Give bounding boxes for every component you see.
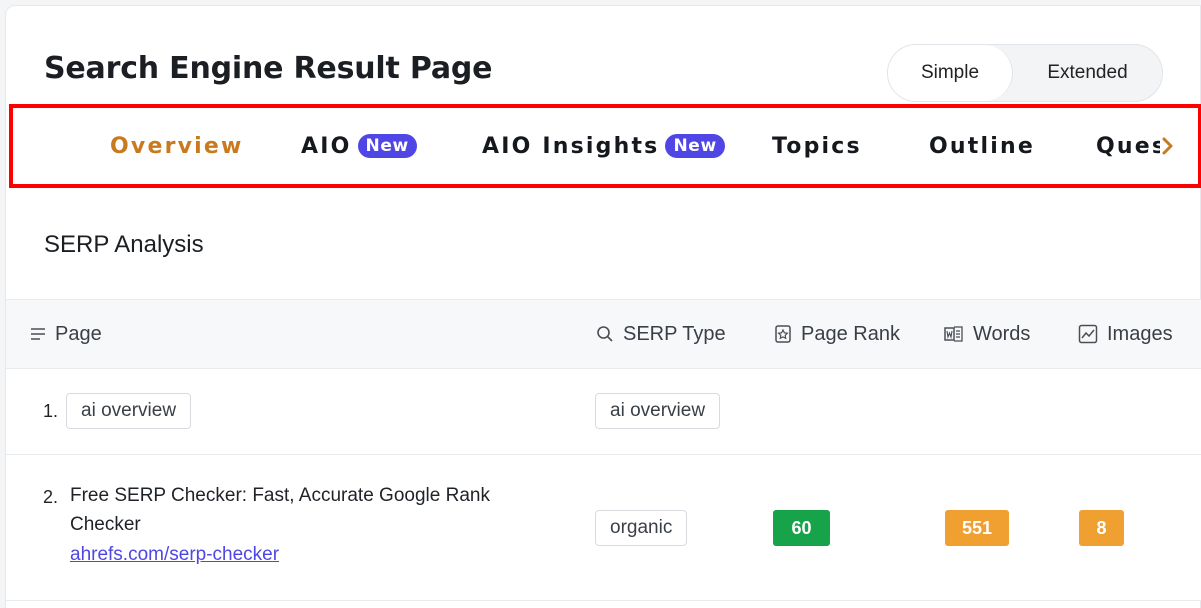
toggle-simple[interactable]: Simple (888, 45, 1013, 101)
chevron-right-icon[interactable] (1156, 132, 1180, 160)
serp-type-chip: organic (595, 510, 688, 546)
row-index: 1. (43, 401, 59, 421)
column-label: Page (55, 322, 102, 345)
tab-label: AIO (301, 133, 352, 159)
tab-label: Outline (929, 133, 1035, 159)
tab-label: AIO Insights (482, 133, 660, 159)
column-images[interactable]: Images (1078, 300, 1173, 368)
search-icon (597, 326, 613, 342)
column-label: Words (973, 322, 1031, 345)
page-rank-badge: 60 (773, 510, 830, 546)
column-page-rank[interactable]: Page Rank (774, 300, 900, 368)
tab-label: Questions (1096, 133, 1160, 159)
tab-aio-insights[interactable]: AIO Insights New (482, 108, 725, 184)
image-chart-icon (1078, 324, 1098, 344)
lines-icon (31, 328, 45, 340)
column-page[interactable]: Page (30, 300, 102, 368)
tab-outline[interactable]: Outline (929, 108, 1035, 184)
row-index: 2. (43, 487, 59, 507)
new-badge: New (357, 134, 417, 158)
serp-type-chip: ai overview (595, 393, 721, 429)
column-label: Page Rank (801, 322, 900, 345)
rank-badge-icon (775, 325, 791, 343)
tab-bar: Overview AIO New AIO Insights New Topics… (9, 104, 1201, 188)
tab-label: Overview (110, 133, 244, 159)
section-title: SERP Analysis (44, 231, 204, 258)
page-cell: Free SERP Checker: Fast, Accurate Google… (70, 481, 540, 566)
table-header: Page SERP Type Page Rank Words Images (6, 299, 1201, 369)
column-serp-type[interactable]: SERP Type (596, 300, 726, 368)
column-words[interactable]: Words (944, 300, 1030, 368)
page-title: Search Engine Result Page (44, 51, 493, 86)
serp-card: Search Engine Result Page Simple Extende… (5, 5, 1201, 608)
column-label: SERP Type (623, 322, 726, 345)
view-toggle[interactable]: Simple Extended (887, 44, 1163, 102)
tab-questions[interactable]: Questions (1096, 108, 1160, 184)
tab-aio[interactable]: AIO New (301, 108, 417, 184)
column-label: Images (1107, 322, 1173, 345)
tab-topics[interactable]: Topics (772, 108, 862, 184)
table-row: 1. ai overview ai overview (6, 369, 1201, 455)
page-chip: ai overview (66, 393, 192, 429)
table-row: 2. Free SERP Checker: Fast, Accurate Goo… (6, 455, 1201, 601)
tab-label: Topics (772, 133, 862, 159)
new-badge: New (665, 134, 725, 158)
words-badge: 551 (945, 510, 1009, 546)
toggle-extended[interactable]: Extended (1013, 45, 1162, 101)
word-doc-icon (944, 326, 963, 342)
page-result-title: Free SERP Checker: Fast, Accurate Google… (70, 485, 490, 535)
images-badge: 8 (1079, 510, 1124, 546)
page-url-link[interactable]: ahrefs.com/serp-checker (70, 544, 540, 566)
tab-overview[interactable]: Overview (110, 108, 244, 184)
